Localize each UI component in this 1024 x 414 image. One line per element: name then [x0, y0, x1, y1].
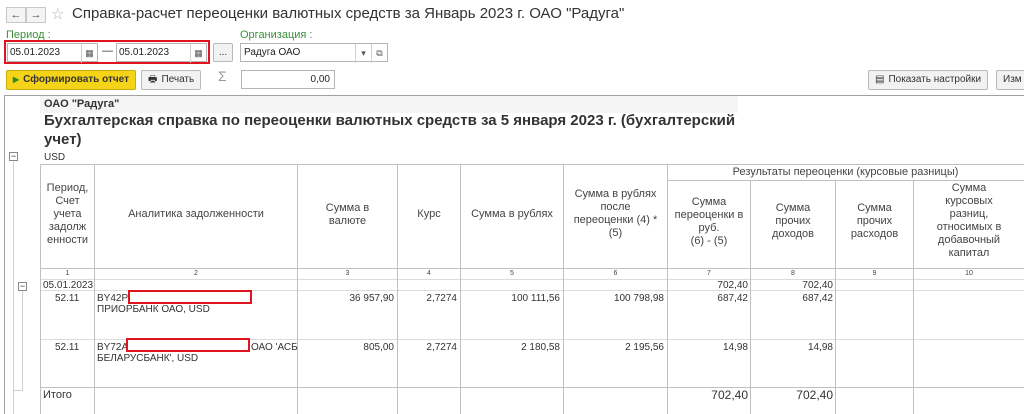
change-button[interactable]: Изм [996, 70, 1024, 90]
play-icon: ▶ [13, 75, 20, 84]
sum-rub-cell: 100 111,56 [511, 293, 560, 304]
generate-report-label: Сформировать отчет [23, 74, 130, 85]
print-button[interactable]: 🖶 Печать [141, 70, 202, 90]
forward-button[interactable]: → [26, 7, 46, 23]
column-number: 10 [965, 270, 973, 277]
column-header: Курс [417, 208, 441, 220]
column-number: 4 [427, 270, 431, 277]
rate-cell: 2,7274 [426, 342, 457, 353]
calendar-icon[interactable]: ▦ [190, 44, 206, 63]
total-reval-cell: 702,40 [711, 388, 748, 402]
sum-after-cell: 100 798,98 [613, 293, 664, 304]
date-to-value: 05.01.2023 [119, 47, 170, 58]
window-title: Справка-расчет переоценки валютных средс… [72, 5, 625, 22]
organization-field[interactable]: Радуга ОАО ▾ ⧉ [240, 43, 388, 63]
report-title-line2: учет) [44, 131, 82, 148]
column-number: 7 [707, 270, 711, 277]
favorite-star-icon[interactable]: ☆ [51, 5, 64, 23]
column-number: 8 [791, 270, 795, 277]
printer-icon: 🖶 [148, 74, 158, 85]
collapse-toggle-icon[interactable]: − [18, 282, 27, 291]
sum-currency-cell: 36 957,90 [349, 293, 395, 304]
print-label: Печать [161, 74, 195, 85]
analytics-cell-line2: БЕЛАРУСБАНК', USD [97, 353, 199, 364]
period-select-button[interactable]: ... [213, 43, 233, 62]
column-header: Сумма переоценки в руб. (6) - (5) [674, 196, 744, 247]
column-number: 5 [510, 270, 514, 277]
currency-label: USD [44, 152, 66, 163]
column-header: Сумма прочих расходов [850, 202, 899, 240]
analytics-cell: BY72A [97, 342, 129, 353]
date-to-field[interactable]: 05.01.2023 ▦ [116, 43, 207, 63]
income-cell: 687,42 [802, 293, 833, 304]
account-cell: 52.11 [55, 342, 80, 353]
reval-cell: 14,98 [722, 342, 748, 353]
report-title: Бухгалтерская справка по переоценки валю… [44, 112, 736, 129]
generate-report-button[interactable]: ▶ Сформировать отчет [6, 70, 137, 90]
organization-value: Радуга ОАО [244, 47, 301, 58]
column-header: Сумма прочих доходов [771, 202, 815, 240]
period-dash: — [102, 45, 113, 57]
redacted-box [126, 338, 250, 352]
reval-cell: 687,42 [717, 293, 748, 304]
date-cell: 05.01.2023 [43, 280, 94, 291]
account-cell: 52.11 [55, 293, 80, 304]
column-header: Сумма в валюте [325, 202, 370, 227]
analytics-cell-line2: ПРИОРБАНК ОАО, USD [97, 304, 210, 315]
settings-icon: ▤ [875, 74, 885, 85]
collapse-toggle-icon[interactable]: − [9, 152, 18, 161]
open-icon[interactable]: ⧉ [371, 44, 387, 63]
income-cell: 14,98 [807, 342, 833, 353]
total-label: Итого [43, 389, 72, 401]
column-number: 2 [194, 270, 198, 277]
show-settings-label: Показать настройки [888, 74, 982, 85]
column-header: Период, Счет учета задолж енности [46, 182, 89, 246]
column-number: 1 [65, 270, 70, 277]
column-number: 9 [872, 270, 877, 277]
sum-field: 0,00 [241, 70, 335, 89]
sigma-icon: Σ [218, 68, 227, 84]
column-header: Сумма в рублях после переоценки (4) * (5) [573, 188, 658, 239]
dropdown-icon[interactable]: ▾ [355, 44, 371, 63]
sum-after-cell: 2 195,56 [625, 342, 664, 353]
show-settings-button[interactable]: ▤ Показать настройки [868, 70, 989, 90]
column-header: Сумма в рублях [471, 208, 553, 220]
date-from-field[interactable]: 05.01.2023 ▦ [7, 43, 98, 63]
analytics-cell-tail: ОАО 'АСБ [251, 342, 298, 353]
organization-label: Организация : [240, 29, 313, 41]
report-left-border [4, 95, 5, 414]
redacted-box [128, 290, 252, 304]
company-name: ОАО "Радуга" [44, 98, 120, 110]
rate-cell: 2,7274 [426, 293, 457, 304]
back-button[interactable]: ← [6, 7, 26, 23]
reval-cell: 702,40 [717, 280, 748, 291]
column-header: Сумма курсовых разниц, относимых в добавочны… [936, 182, 1002, 259]
column-number: 3 [345, 270, 350, 277]
revaluation-group-header: Результаты переоценки (курсовые разницы) [732, 166, 959, 178]
sum-rub-cell: 2 180,58 [521, 342, 560, 353]
sum-currency-cell: 805,00 [363, 342, 394, 353]
analytics-cell: BY42P [97, 293, 129, 304]
calendar-icon[interactable]: ▦ [81, 44, 97, 63]
column-number: 6 [613, 270, 618, 277]
date-from-value: 05.01.2023 [10, 47, 61, 58]
column-header: Аналитика задолженности [128, 208, 264, 220]
income-cell: 702,40 [802, 280, 833, 291]
total-income-cell: 702,40 [796, 388, 833, 402]
